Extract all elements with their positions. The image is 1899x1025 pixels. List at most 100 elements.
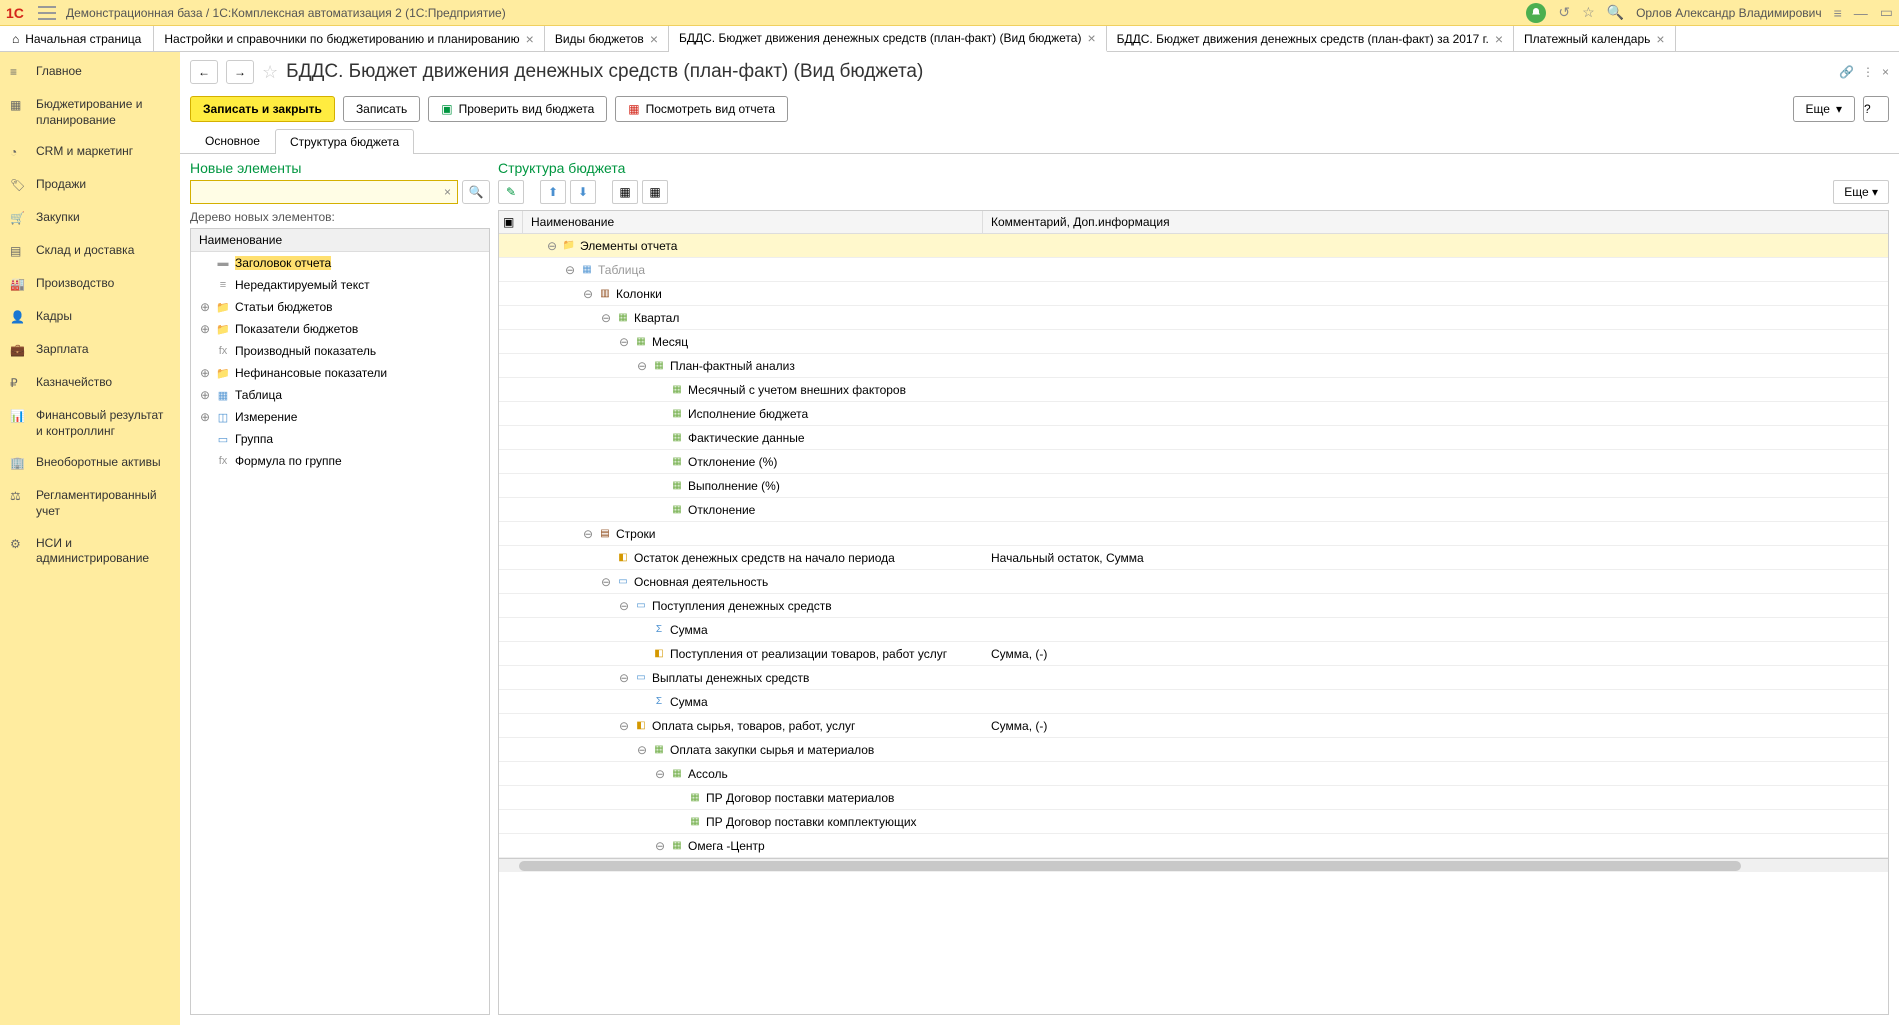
grid-row[interactable]: ⊖▦Ассоль bbox=[499, 762, 1888, 786]
close-icon[interactable]: × bbox=[1656, 31, 1664, 47]
preview-button[interactable]: ▦Посмотреть вид отчета bbox=[615, 96, 788, 122]
sidebar-item[interactable]: 🏭Производство bbox=[0, 268, 180, 301]
history-icon[interactable]: ↺ bbox=[1558, 4, 1570, 21]
tab-item[interactable]: Платежный календарь× bbox=[1514, 26, 1676, 51]
save-close-button[interactable]: Записать и закрыть bbox=[190, 96, 335, 122]
sidebar-item[interactable]: 📊Финансовый результат и контроллинг bbox=[0, 400, 180, 447]
forward-button[interactable]: → bbox=[226, 60, 254, 84]
expander-icon[interactable]: ⊕ bbox=[199, 322, 211, 336]
grid-row[interactable]: ⊖▦Таблица bbox=[499, 258, 1888, 282]
sidebar-item[interactable]: 💼Зарплата bbox=[0, 334, 180, 367]
grid-row[interactable]: ▦Месячный с учетом внешних факторов bbox=[499, 378, 1888, 402]
sidebar-item[interactable]: 🏷Продажи bbox=[0, 169, 180, 202]
grid-row[interactable]: ⊖▭Поступления денежных средств bbox=[499, 594, 1888, 618]
grid-col-comment[interactable]: Комментарий, Доп.информация bbox=[983, 211, 1888, 233]
sidebar-item[interactable]: ⚙НСИ и администрирование bbox=[0, 528, 180, 575]
grid-row[interactable]: ⊖▭Выплаты денежных средств bbox=[499, 666, 1888, 690]
grid-row[interactable]: ⊖📁Элементы отчета bbox=[499, 234, 1888, 258]
expander-icon[interactable]: ⊖ bbox=[636, 359, 648, 373]
subtab-structure[interactable]: Структура бюджета bbox=[275, 129, 414, 154]
search-button[interactable]: 🔍 bbox=[462, 180, 490, 204]
minimize-icon[interactable]: — bbox=[1854, 5, 1868, 21]
grid-row[interactable]: ▦ПР Договор поставки комплектующих bbox=[499, 810, 1888, 834]
expander-icon[interactable]: ⊖ bbox=[636, 743, 648, 757]
grid-row[interactable]: ⊖▦План-фактный анализ bbox=[499, 354, 1888, 378]
subtab-main[interactable]: Основное bbox=[190, 128, 275, 153]
expander-icon[interactable]: ⊖ bbox=[618, 671, 630, 685]
tree-item[interactable]: ⊕◫Измерение bbox=[191, 406, 489, 428]
expander-icon[interactable]: ⊖ bbox=[600, 575, 612, 589]
grid-row[interactable]: ▦ПР Договор поставки материалов bbox=[499, 786, 1888, 810]
grid-row[interactable]: ⊖▥Колонки bbox=[499, 282, 1888, 306]
expander-icon[interactable]: ⊖ bbox=[654, 767, 666, 781]
expand-button[interactable]: ▦ bbox=[612, 180, 638, 204]
grid-row[interactable]: ◧Поступления от реализации товаров, рабо… bbox=[499, 642, 1888, 666]
sidebar-item[interactable]: ₽Казначейство bbox=[0, 367, 180, 400]
sidebar-item[interactable]: 🛒Закупки bbox=[0, 202, 180, 235]
notification-icon[interactable] bbox=[1526, 3, 1546, 23]
grid-row[interactable]: ⊖◧Оплата сырья, товаров, работ, услугСум… bbox=[499, 714, 1888, 738]
collapse-button[interactable]: ▦ bbox=[642, 180, 668, 204]
tab-item[interactable]: БДДС. Бюджет движения денежных средств (… bbox=[1107, 26, 1514, 51]
sidebar-item[interactable]: ▦Бюджетирование и планирование bbox=[0, 89, 180, 136]
grid-row[interactable]: ⊖▦Оплата закупки сырья и материалов bbox=[499, 738, 1888, 762]
grid-row[interactable]: ▦Фактические данные bbox=[499, 426, 1888, 450]
close-page-icon[interactable]: × bbox=[1882, 65, 1889, 79]
close-icon[interactable]: × bbox=[1087, 30, 1095, 46]
save-button[interactable]: Записать bbox=[343, 96, 420, 122]
expander-icon[interactable]: ⊕ bbox=[199, 300, 211, 314]
tree-item[interactable]: ⊕▦Таблица bbox=[191, 384, 489, 406]
more-button[interactable]: Еще ▾ bbox=[1833, 180, 1889, 204]
tree-item[interactable]: ▭Группа bbox=[191, 428, 489, 450]
tree-item[interactable]: ⊕📁Показатели бюджетов bbox=[191, 318, 489, 340]
tree-item[interactable]: ≡Нередактируемый текст bbox=[191, 274, 489, 296]
help-button[interactable]: ? bbox=[1863, 96, 1889, 122]
grid-row[interactable]: ▦Выполнение (%) bbox=[499, 474, 1888, 498]
move-down-button[interactable]: ⬇ bbox=[570, 180, 596, 204]
clear-icon[interactable]: × bbox=[444, 185, 451, 199]
sidebar-item[interactable]: ▤Склад и доставка bbox=[0, 235, 180, 268]
grid-row[interactable]: ⊖▦Омега -Центр bbox=[499, 834, 1888, 858]
tab-item[interactable]: БДДС. Бюджет движения денежных средств (… bbox=[669, 26, 1107, 52]
tree-item[interactable]: ▬Заголовок отчета bbox=[191, 252, 489, 274]
grid-row[interactable]: ⊖▭Основная деятельность bbox=[499, 570, 1888, 594]
user-name[interactable]: Орлов Александр Владимирович bbox=[1636, 6, 1822, 20]
maximize-icon[interactable]: ▭ bbox=[1880, 4, 1893, 21]
close-icon[interactable]: × bbox=[1495, 31, 1503, 47]
search-input[interactable]: × bbox=[190, 180, 458, 204]
expander-icon[interactable]: ⊖ bbox=[546, 239, 558, 253]
grid-row[interactable]: ⊖▦Квартал bbox=[499, 306, 1888, 330]
check-button[interactable]: ▣Проверить вид бюджета bbox=[428, 96, 607, 122]
grid-row[interactable]: ▦Отклонение bbox=[499, 498, 1888, 522]
menu-icon[interactable] bbox=[38, 6, 56, 20]
search-icon[interactable]: 🔍 bbox=[1607, 4, 1624, 21]
expander-icon[interactable]: ⊖ bbox=[600, 311, 612, 325]
favorites-icon[interactable]: ☆ bbox=[1582, 4, 1595, 21]
tree-item[interactable]: ⊕📁Статьи бюджетов bbox=[191, 296, 489, 318]
grid-row[interactable]: ⊖▤Строки bbox=[499, 522, 1888, 546]
tab-item[interactable]: Виды бюджетов× bbox=[545, 26, 669, 51]
settings-icon[interactable]: ≡ bbox=[1834, 5, 1842, 21]
close-icon[interactable]: × bbox=[526, 31, 534, 47]
star-icon[interactable]: ☆ bbox=[262, 62, 278, 83]
grid-col-marker[interactable]: ▣ bbox=[499, 211, 523, 233]
expander-icon[interactable]: ⊖ bbox=[582, 527, 594, 541]
horizontal-scrollbar[interactable] bbox=[499, 858, 1888, 872]
sidebar-item[interactable]: 👤Кадры bbox=[0, 301, 180, 334]
edit-button[interactable]: ✎ bbox=[498, 180, 524, 204]
move-up-button[interactable]: ⬆ bbox=[540, 180, 566, 204]
link-icon[interactable]: 🔗 bbox=[1839, 65, 1854, 79]
close-icon[interactable]: × bbox=[650, 31, 658, 47]
tab-item[interactable]: Настройки и справочники по бюджетировани… bbox=[154, 26, 544, 51]
more-vert-icon[interactable]: ⋮ bbox=[1862, 65, 1874, 79]
expander-icon[interactable]: ⊖ bbox=[564, 263, 576, 277]
grid-col-name[interactable]: Наименование bbox=[523, 211, 983, 233]
tree-item[interactable]: ⊕📁Нефинансовые показатели bbox=[191, 362, 489, 384]
sidebar-item[interactable]: ◔CRM и маркетинг bbox=[0, 136, 180, 169]
sidebar-item[interactable]: ⚖Регламентированный учет bbox=[0, 480, 180, 527]
tab-home[interactable]: ⌂ Начальная страница bbox=[0, 26, 154, 51]
grid-row[interactable]: ⊖▦Месяц bbox=[499, 330, 1888, 354]
back-button[interactable]: ← bbox=[190, 60, 218, 84]
expander-icon[interactable]: ⊖ bbox=[618, 335, 630, 349]
sidebar-item[interactable]: ≡Главное bbox=[0, 56, 180, 89]
